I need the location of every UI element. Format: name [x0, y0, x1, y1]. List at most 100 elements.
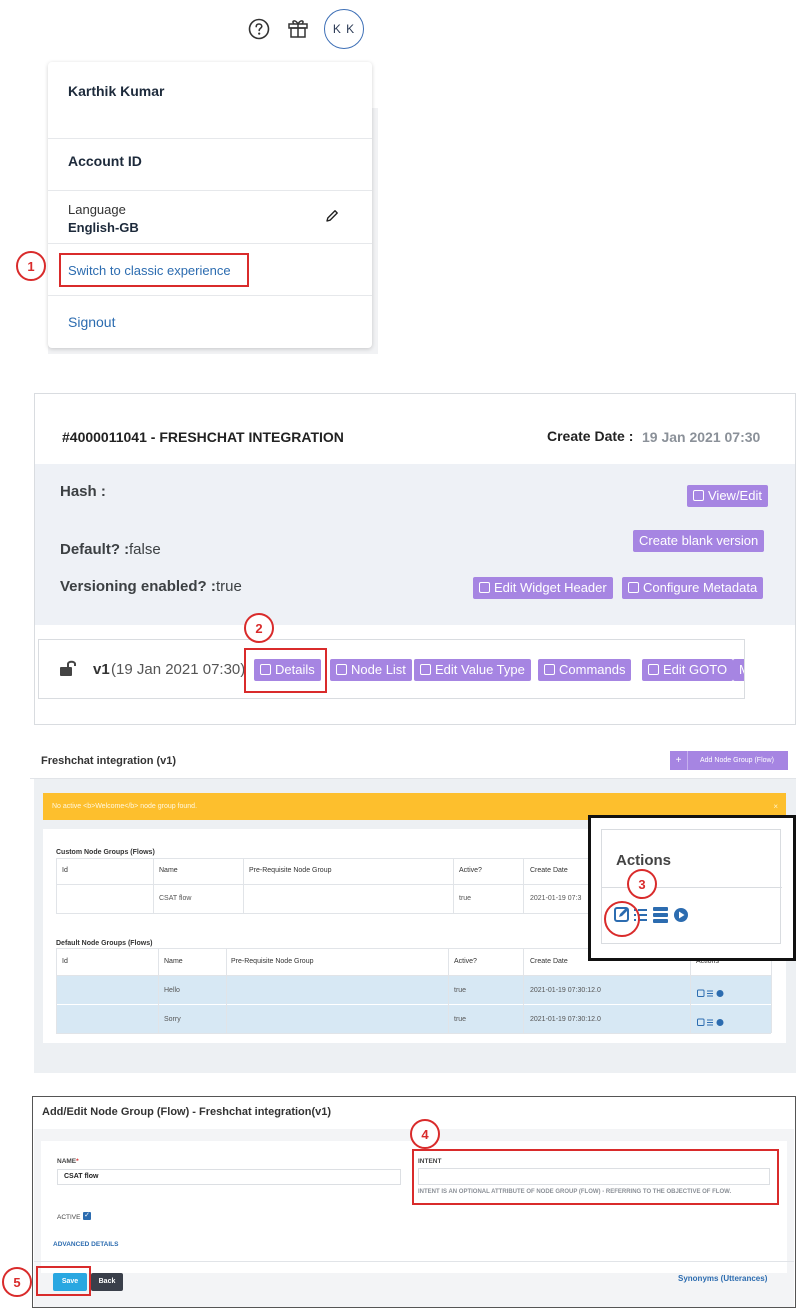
col-active: Active?	[454, 958, 477, 965]
action-icons[interactable]	[697, 989, 725, 998]
active-label: ACTIVE	[57, 1214, 81, 1221]
annotation-box-4	[412, 1149, 779, 1205]
annotation-box-2	[244, 648, 327, 693]
signout-link[interactable]: Signout	[68, 314, 115, 330]
custom-section-title: Custom Node Groups (Flows)	[56, 849, 155, 856]
configure-metadata-button[interactable]: Configure Metadata	[622, 577, 764, 599]
view-edit-button[interactable]: View/Edit	[687, 485, 768, 507]
signout-row: Signout	[48, 296, 372, 348]
edit-icon	[693, 490, 704, 501]
user-name-row: Karthik Kumar	[48, 62, 372, 139]
custom-row-active: true	[459, 895, 472, 902]
edit-icon	[544, 664, 555, 675]
add-node-group-label: Add Node Group (Flow)	[700, 757, 774, 764]
name-field[interactable]: CSAT flow	[57, 1169, 401, 1185]
active-checkbox[interactable]: ✓	[83, 1212, 91, 1220]
edit-widget-header-button[interactable]: Edit Widget Header	[473, 577, 613, 599]
callout-2: 2	[244, 613, 274, 643]
add-node-group-button[interactable]: + Add Node Group (Flow)	[670, 751, 788, 770]
callout-3: 3	[627, 869, 657, 899]
account-dropdown: Karthik Kumar Account ID Language Englis…	[48, 62, 372, 348]
avatar-initials: K K	[332, 22, 356, 36]
gift-icon	[288, 20, 308, 38]
bot-detail-body: Hash : Default? : false Versioning enabl…	[35, 464, 795, 625]
edit-icon	[628, 582, 639, 593]
help-button[interactable]	[247, 17, 271, 41]
bot-detail-header: #4000011041 - FRESHCHAT INTEGRATION Crea…	[35, 394, 795, 464]
commands-button[interactable]: Commands	[538, 659, 632, 681]
edit-goto-label: Edit GOTO	[663, 662, 728, 677]
question-circle-icon	[248, 18, 270, 40]
callout-1: 1	[16, 251, 46, 281]
bot-detail-panel: #4000011041 - FRESHCHAT INTEGRATION Crea…	[34, 393, 796, 725]
col-create-date: Create Date	[530, 958, 568, 965]
create-date-label: Create Date :	[547, 428, 634, 444]
unlock-icon	[60, 660, 76, 676]
edit-icon	[420, 664, 431, 675]
versioning-value: true	[216, 578, 242, 595]
col-name: Name	[159, 867, 178, 874]
account-id-row: Account ID	[48, 139, 372, 191]
bot-title: #4000011041 - FRESHCHAT INTEGRATION	[62, 429, 344, 445]
row-hello-active: true	[454, 987, 467, 994]
custom-row-date: 2021-01-19 07:3	[530, 895, 582, 902]
more-label: M	[739, 662, 744, 677]
create-blank-version-label: Create blank version	[639, 533, 759, 548]
create-blank-version-button[interactable]: Create blank version	[633, 530, 765, 552]
edit-widget-header-label: Edit Widget Header	[494, 580, 607, 595]
col-id: Id	[62, 958, 68, 965]
row-sorry-name: Sorry	[164, 1016, 181, 1023]
custom-row-name: CSAT flow	[159, 895, 192, 902]
row-actions	[697, 985, 725, 1003]
alert-text: No active <b>Welcome</b> node group foun…	[52, 803, 198, 810]
back-button[interactable]: Back	[91, 1273, 123, 1291]
language-label: Language	[68, 202, 126, 217]
edit-goto-button[interactable]: Edit GOTO	[642, 659, 734, 681]
name-label: NAME*	[57, 1158, 79, 1165]
create-date-value: 19 Jan 2021 07:30	[642, 429, 761, 445]
col-create-date: Create Date	[530, 867, 568, 874]
col-name: Name	[164, 958, 183, 965]
more-button[interactable]: M	[733, 659, 744, 681]
row-sorry-date: 2021-01-19 07:30:12.0	[530, 1016, 601, 1023]
default-label: Default? :	[60, 541, 130, 558]
callout-4: 4	[410, 1119, 440, 1149]
name-value: CSAT flow	[64, 1173, 99, 1180]
actions-zoom-inset: Actions	[588, 815, 796, 961]
node-list-button[interactable]: Node List	[330, 659, 412, 681]
language-row: Language English-GB	[48, 191, 372, 244]
edit-value-type-button[interactable]: Edit Value Type	[414, 659, 531, 681]
col-id: Id	[62, 867, 68, 874]
form-title: Add/Edit Node Group (Flow) - Freshchat i…	[42, 1106, 332, 1118]
annotation-circle-3	[604, 901, 640, 937]
action-icons[interactable]	[697, 1018, 725, 1027]
avatar[interactable]: K K	[324, 9, 364, 49]
version-name: v1	[93, 661, 110, 678]
col-prereq: Pre-Requisite Node Group	[249, 867, 332, 874]
annotation-box-1	[59, 253, 249, 287]
edit-icon	[479, 582, 490, 593]
edit-icon	[336, 664, 347, 675]
row-hello-date: 2021-01-19 07:30:12.0	[530, 987, 601, 994]
node-list-label: Node List	[351, 662, 406, 677]
version-row: v1 (19 Jan 2021 07:30) Details Node List…	[38, 639, 745, 699]
account-id-label: Account ID	[68, 153, 142, 169]
configure-metadata-label: Configure Metadata	[643, 580, 758, 595]
actions-header: Actions	[616, 852, 672, 869]
edit-pencil-icon[interactable]	[324, 208, 340, 224]
annotation-box-5	[36, 1266, 91, 1296]
view-edit-label: View/Edit	[708, 488, 762, 503]
language-value: English-GB	[68, 220, 139, 235]
col-prereq: Pre-Requisite Node Group	[231, 958, 314, 965]
node-groups-title: Freshchat integration (v1)	[41, 755, 177, 767]
synonyms-link[interactable]: Synonyms (Utterances)	[678, 1274, 767, 1283]
default-value: false	[129, 541, 161, 558]
commands-label: Commands	[559, 662, 626, 677]
edit-icon	[648, 664, 659, 675]
callout-5: 5	[2, 1267, 32, 1297]
default-section-title: Default Node Groups (Flows)	[56, 940, 153, 947]
version-date: (19 Jan 2021 07:30)	[111, 661, 246, 678]
row-hello-name: Hello	[164, 987, 180, 994]
advanced-details-link[interactable]: ADVANCED DETAILS	[53, 1241, 118, 1248]
gift-button[interactable]	[285, 15, 311, 41]
